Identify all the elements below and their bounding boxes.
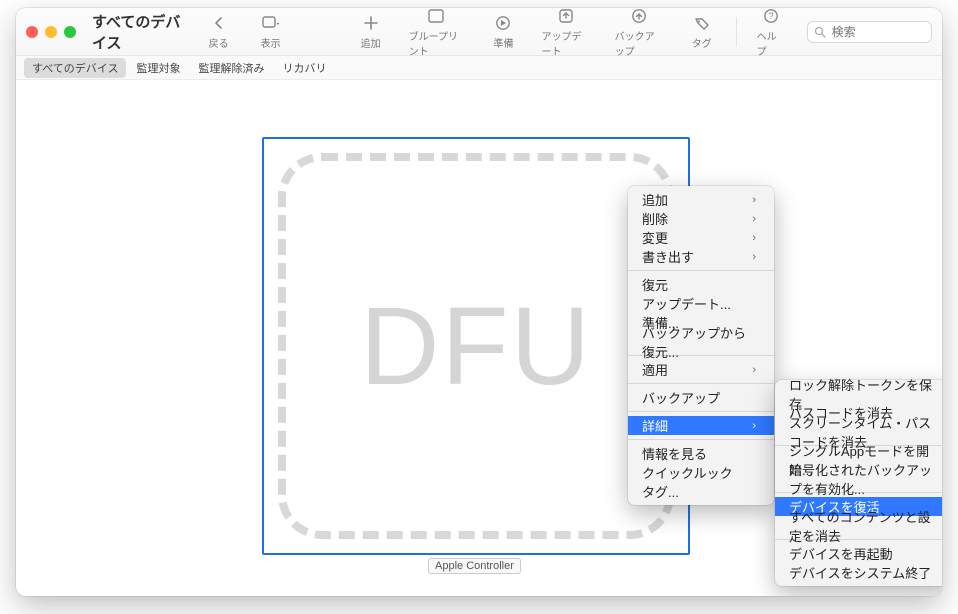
menu-remove[interactable]: 削除›	[628, 209, 774, 228]
chevron-left-icon	[209, 13, 229, 33]
filter-recovery[interactable]: リカバリ	[274, 58, 334, 78]
prepare-icon	[493, 13, 513, 33]
menu-tag[interactable]: タグ...	[628, 482, 774, 501]
menu-quicklook[interactable]: クイックルック	[628, 463, 774, 482]
submenu-clear-screentime[interactable]: スクリーンタイム・パスコードを消去	[775, 422, 942, 441]
filter-all[interactable]: すべてのデバイス	[24, 58, 126, 78]
svg-text:?: ?	[768, 11, 773, 21]
zoom-icon[interactable]	[64, 26, 76, 38]
blueprint-icon	[427, 8, 447, 26]
search-input[interactable]	[830, 24, 925, 40]
minimize-icon[interactable]	[45, 26, 57, 38]
menu-info[interactable]: 情報を見る	[628, 444, 774, 463]
menu-restore-backup[interactable]: バックアップから復元...	[628, 332, 774, 351]
menu-add[interactable]: 追加›	[628, 190, 774, 209]
menu-update[interactable]: アップデート...	[628, 294, 774, 313]
plus-icon	[361, 13, 381, 33]
filter-unsupervised[interactable]: 監理解除済み	[190, 58, 272, 78]
filter-bar: すべてのデバイス 監理対象 監理解除済み リカバリ	[16, 56, 942, 80]
app-window: すべてのデバイス 戻る 表示 追加 ブループリント	[16, 8, 942, 596]
blueprint-button[interactable]: ブループリント	[401, 8, 474, 60]
chevron-right-icon: ›	[752, 420, 756, 432]
menu-apply[interactable]: 適用›	[628, 360, 774, 379]
prepare-button[interactable]: 準備	[481, 11, 525, 52]
dfu-label: DFU	[360, 283, 592, 410]
backup-button[interactable]: バックアップ	[607, 8, 672, 60]
back-button[interactable]: 戻る	[197, 11, 241, 52]
menu-modify[interactable]: 変更›	[628, 228, 774, 247]
submenu-enc-backup[interactable]: 暗号化されたバックアップを有効化...	[775, 469, 942, 488]
context-menu: 追加› 削除› 変更› 書き出す› 復元 アップデート... 準備... バック…	[628, 186, 774, 505]
backup-icon	[629, 8, 649, 26]
device-tile[interactable]: DFU	[262, 137, 690, 555]
search-field[interactable]	[807, 21, 932, 43]
view-button[interactable]: 表示	[249, 11, 293, 52]
separator	[628, 411, 774, 412]
close-icon[interactable]	[26, 26, 38, 38]
submenu-restart[interactable]: デバイスを再起動	[775, 544, 942, 563]
content-area: DFU Apple Controller 追加› 削除› 変更› 書き出す› 復…	[16, 80, 942, 596]
update-icon	[556, 8, 576, 26]
grid-icon	[261, 13, 281, 33]
menu-export[interactable]: 書き出す›	[628, 247, 774, 266]
tag-button[interactable]: タグ	[680, 11, 724, 52]
search-icon	[814, 26, 826, 38]
menu-backup[interactable]: バックアップ	[628, 388, 774, 407]
device-caption: Apple Controller	[428, 558, 521, 574]
submenu-shutdown[interactable]: デバイスをシステム終了	[775, 563, 942, 582]
separator	[628, 270, 774, 271]
filter-supervised[interactable]: 監理対象	[128, 58, 188, 78]
add-button[interactable]: 追加	[349, 11, 393, 52]
device-placeholder: DFU	[278, 153, 674, 539]
chevron-right-icon: ›	[752, 232, 756, 244]
chevron-right-icon: ›	[752, 364, 756, 376]
menu-restore[interactable]: 復元	[628, 275, 774, 294]
chevron-right-icon: ›	[752, 213, 756, 225]
submenu-save-token[interactable]: ロック解除トークンを保存	[775, 384, 942, 403]
separator	[628, 439, 774, 440]
titlebar: すべてのデバイス 戻る 表示 追加 ブループリント	[16, 8, 942, 56]
submenu-erase-all[interactable]: すべてのコンテンツと設定を消去	[775, 516, 942, 535]
tag-icon	[692, 13, 712, 33]
separator	[736, 17, 737, 47]
separator	[628, 383, 774, 384]
help-icon: ?	[761, 8, 781, 26]
window-controls	[26, 26, 76, 38]
advanced-submenu: ロック解除トークンを保存 パスコードを消去 スクリーンタイム・パスコードを消去 …	[775, 380, 942, 586]
help-button[interactable]: ? ヘルプ	[749, 8, 793, 60]
window-title: すべてのデバイス	[92, 11, 189, 53]
chevron-right-icon: ›	[752, 194, 756, 206]
menu-advanced[interactable]: 詳細›	[628, 416, 774, 435]
update-button[interactable]: アップデート	[533, 8, 598, 60]
chevron-right-icon: ›	[752, 251, 756, 263]
